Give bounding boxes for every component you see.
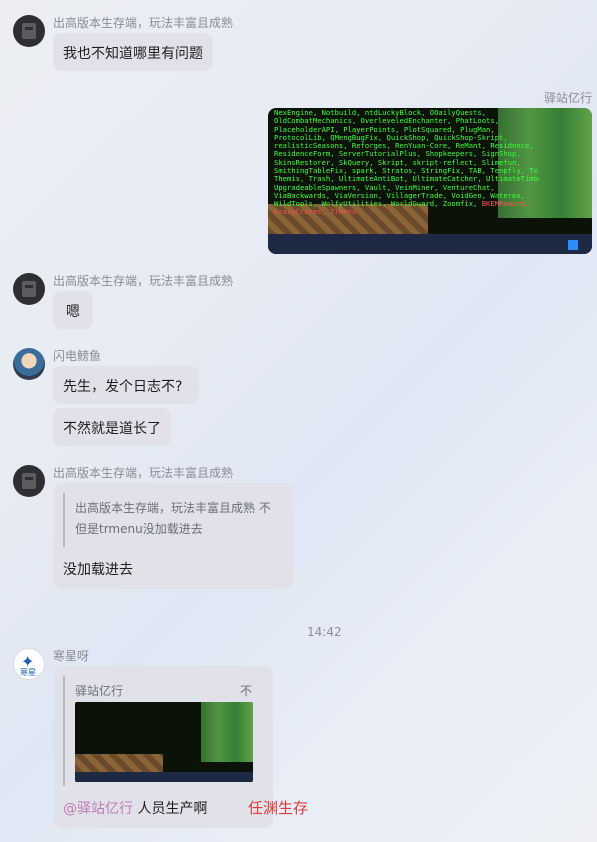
avatar[interactable]	[13, 15, 45, 47]
plugin-list: NexEngine, Notbuild, ntdLuckyBlock, OOai…	[274, 109, 539, 217]
sender-name: 出高版本生存端，玩法丰富且成熟	[53, 274, 234, 288]
sender-name: 寒星呀	[53, 649, 90, 663]
message-text: 不然就是道长了	[63, 421, 161, 437]
quote-bar	[63, 493, 65, 547]
block-avatar-icon	[22, 473, 36, 489]
star-logo-avatar-icon[interactable]: ✦ 寒星	[13, 648, 45, 680]
block-avatar-icon	[22, 23, 36, 39]
message-bubble[interactable]: 不然就是道长了	[53, 408, 171, 446]
image-message[interactable]: NexEngine, Notbuild, ntdLuckyBlock, OOai…	[268, 108, 592, 254]
sender-name: 驿站亿行	[543, 91, 592, 105]
message-text: 没加载进去	[63, 562, 133, 578]
message-text: 我也不知道哪里有问题	[63, 46, 203, 62]
quote-message-bubble[interactable]: 驿站亿行 不 @驿站亿行 人员生产啊	[53, 666, 273, 828]
message-bubble[interactable]: 我也不知道哪里有问题	[53, 33, 213, 71]
quote-message-bubble[interactable]: 出高版本生存端，玩法丰富且成熟 不 但是trmenu没加载进去 没加载进去	[53, 483, 293, 589]
avatar[interactable]	[13, 273, 45, 305]
windows-logo-icon	[568, 240, 578, 250]
message-bubble[interactable]: 先生，发个日志不?	[53, 366, 199, 404]
sender-name: 闪电鳑鱼	[53, 349, 102, 363]
quote-line: 但是trmenu没加载进去	[75, 522, 203, 536]
message-bubble[interactable]: 嗯	[53, 291, 93, 329]
watermark-text: 任渊生存	[248, 799, 309, 817]
message-text: @驿站亿行 人员生产啊	[63, 801, 208, 817]
quoted-image-thumbnail[interactable]	[75, 702, 253, 782]
sender-name: 出高版本生存端，玩法丰富且成熟	[53, 16, 234, 30]
block-avatar-icon	[22, 281, 36, 297]
quote-line: 出高版本生存端，玩法丰富且成熟 不	[75, 501, 271, 515]
taskbar	[268, 234, 592, 254]
quote-author: 驿站亿行	[75, 684, 124, 698]
quote-bar	[63, 676, 65, 786]
timestamp: 14:42	[307, 625, 342, 639]
avatar[interactable]	[13, 465, 45, 497]
quote-trail: 不	[240, 684, 253, 698]
message-text: 先生，发个日志不?	[63, 379, 183, 395]
character-avatar-icon[interactable]	[13, 348, 45, 380]
message-text: 嗯	[66, 304, 80, 320]
sender-name: 出高版本生存端，玩法丰富且成熟	[53, 466, 234, 480]
mention-link[interactable]: @驿站亿行	[63, 801, 133, 817]
